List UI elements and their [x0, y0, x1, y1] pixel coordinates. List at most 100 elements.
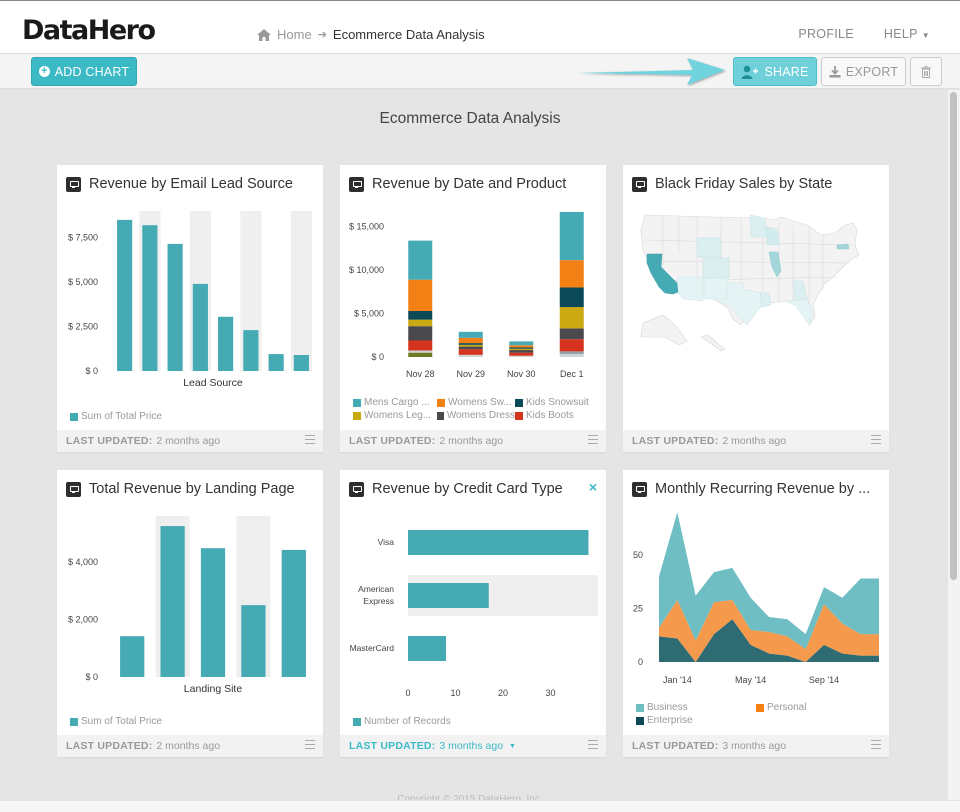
legend-swatch	[515, 411, 523, 420]
add-chart-label: ADD CHART	[54, 64, 130, 79]
last-updated-label: LAST UPDATED:	[349, 435, 436, 447]
legend-item: Sum of Total Price	[70, 411, 162, 422]
x-tick-label: Jan '14	[663, 675, 692, 685]
legend-swatch	[636, 716, 644, 725]
card-footer: LAST UPDATED: 3 months ago	[623, 735, 889, 757]
bar-segment	[559, 307, 584, 329]
last-updated-value: 2 months ago	[439, 435, 504, 447]
chart-card-monthly-recurring-revenue[interactable]: Monthly Recurring Revenue by ... 0 25 50 Ja…	[623, 470, 889, 757]
top-navigation-bar: DataHero Home ➔ Ecommerce Data Analysis …	[0, 0, 960, 54]
vertical-scrollbar[interactable]	[948, 90, 960, 800]
hamburger-menu-icon[interactable]	[588, 435, 598, 444]
bar-segment	[458, 331, 483, 338]
bar	[160, 526, 185, 677]
bar	[200, 548, 226, 677]
datahero-logo[interactable]: DataHero	[22, 15, 156, 46]
breadcrumb-home-link[interactable]: Home	[277, 27, 312, 42]
chart-card-email-lead-source[interactable]: Revenue by Email Lead Source $ 0 $ 2,500 $…	[57, 165, 323, 452]
bar-segment	[408, 326, 433, 341]
x-tick-label: Nov 30	[507, 369, 536, 379]
y-tick-label: $ 4,000	[68, 557, 98, 567]
download-icon	[829, 65, 841, 77]
legend-label: Womens Leg...	[364, 410, 432, 421]
last-updated-label: LAST UPDATED:	[66, 435, 153, 447]
last-updated-value: 2 months ago	[156, 435, 221, 447]
dashboard-title: Ecommerce Data Analysis	[379, 110, 561, 127]
bar-segment	[408, 340, 433, 351]
breadcrumb-arrow-icon: ➔	[317, 29, 327, 41]
add-chart-button[interactable]: + ADD CHART	[31, 57, 137, 86]
stacked-bar-chart-date-product: Nov 28 Nov 29 Nov 30 Dec 1 $ 0 $ 5,000 $ 10,00…	[349, 211, 584, 379]
us-choropleth-map	[640, 214, 860, 352]
x-axis-label: Landing Site	[184, 683, 243, 695]
last-updated-label: LAST UPDATED:	[632, 435, 719, 447]
profile-link[interactable]: PROFILE	[798, 27, 854, 41]
bar-segment	[559, 353, 584, 357]
legend-swatch	[636, 703, 644, 712]
bar-segment	[408, 319, 433, 327]
bar-segment	[458, 346, 483, 350]
breadcrumb-current: Ecommerce Data Analysis	[332, 27, 485, 42]
y-tick-label: 50	[633, 550, 643, 560]
chart-card-black-friday-map[interactable]: Black Friday Sales by State LAST UPDATED…	[623, 165, 889, 452]
map-region-hawaii	[700, 334, 726, 352]
legend-item: Personal	[756, 702, 876, 713]
bar-segment	[559, 328, 584, 340]
chart-card-date-product[interactable]: Revenue by Date and Product Nov 28 Nov 29…	[340, 165, 606, 452]
legend-swatch	[515, 398, 523, 407]
card-footer[interactable]: LAST UPDATED: 3 months ago ▼	[340, 735, 606, 757]
chart-legend: Sum of Total Price	[70, 411, 162, 422]
bar-segment	[458, 349, 483, 355]
bar-band	[290, 211, 312, 371]
map-state-florida	[784, 298, 814, 326]
bar	[408, 583, 489, 608]
bar	[120, 636, 145, 677]
y-tick-label: $ 0	[85, 672, 98, 682]
home-icon[interactable]	[257, 28, 271, 41]
plus-circle-icon: +	[38, 66, 50, 77]
legend-label: Sum of Total Price	[81, 716, 162, 727]
delete-dashboard-button[interactable]	[910, 57, 942, 86]
map-state-wisconsin	[765, 226, 780, 246]
help-label: HELP	[883, 27, 918, 41]
legend-item: Sum of Total Price	[70, 716, 162, 727]
y-tick-label: American	[358, 584, 394, 594]
help-menu[interactable]: HELP ▼	[884, 27, 930, 41]
export-button[interactable]: EXPORT	[821, 57, 906, 86]
legend-label: Womens Dress	[446, 410, 515, 421]
caret-down-icon: ▼	[921, 31, 930, 40]
caret-down-icon[interactable]: ▼	[509, 743, 516, 750]
bar-segment	[559, 260, 584, 288]
share-button[interactable]: SHARE	[733, 57, 817, 86]
legend-swatch	[437, 398, 445, 407]
x-tick-label: 30	[545, 688, 555, 698]
x-tick-label: May '14	[735, 675, 766, 685]
hamburger-menu-icon[interactable]	[305, 435, 315, 444]
card-footer: LAST UPDATED: 2 months ago	[623, 430, 889, 452]
legend-swatch	[70, 717, 78, 726]
legend-swatch	[353, 398, 361, 407]
y-tick-label: $ 10,000	[349, 265, 384, 275]
bar	[117, 219, 133, 371]
legend-label: Kids Boots	[526, 410, 574, 421]
bar-segment	[509, 345, 534, 348]
bar	[293, 355, 309, 371]
legend-label: Enterprise	[647, 715, 693, 726]
hamburger-menu-icon[interactable]	[871, 435, 881, 444]
hamburger-menu-icon[interactable]	[871, 740, 881, 749]
bar-segment	[408, 240, 433, 280]
bar	[241, 605, 266, 677]
x-tick-label: Dec 1	[560, 369, 584, 379]
chart-card-landing-page[interactable]: Total Revenue by Landing Page $ 0 $ 2,000…	[57, 470, 323, 757]
chart-legend: Number of Records	[353, 716, 451, 727]
bar-segment	[559, 339, 584, 352]
scrollbar-thumb[interactable]	[950, 92, 957, 580]
chart-card-credit-card-type[interactable]: Revenue by Credit Card Type × Visa Americ…	[340, 470, 606, 757]
y-tick-label: $ 5,000	[68, 277, 98, 287]
legend-label: Mens Cargo ...	[364, 397, 430, 408]
x-axis-label: Lead Source	[183, 377, 243, 389]
legend-item: Kids Boots	[515, 410, 574, 421]
hamburger-menu-icon[interactable]	[588, 740, 598, 749]
hamburger-menu-icon[interactable]	[305, 740, 315, 749]
bar	[281, 549, 306, 677]
